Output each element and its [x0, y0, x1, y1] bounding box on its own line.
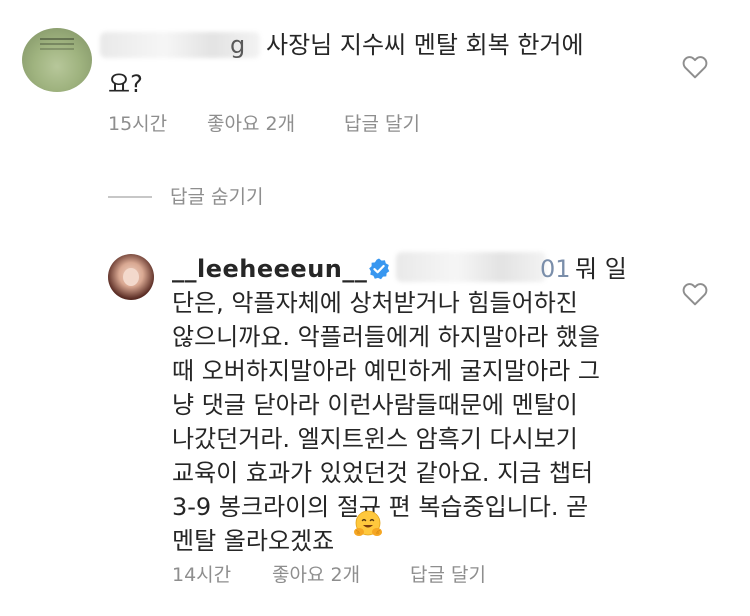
reply-like-heart-icon[interactable]: [682, 282, 708, 306]
reply-timestamp: 14시간: [172, 564, 232, 586]
reply-text-line7: 교육이 효과가 있었던것 같아요. 지금 챕터: [172, 459, 594, 487]
commenter-avatar[interactable]: [22, 28, 92, 92]
hide-replies-button[interactable]: 답글 숨기기: [170, 186, 263, 208]
reply-text-line4: 때 오버하지말아라 예민하게 굴지말아라 그: [172, 357, 600, 385]
reply-reply-button[interactable]: 답글 달기: [410, 564, 486, 586]
reply-text-line9: 멘탈 올라오겠죠: [172, 527, 335, 555]
replies-divider: [108, 196, 152, 198]
reply-username[interactable]: __leeheeeun__: [172, 254, 367, 284]
reply-button[interactable]: 답글 달기: [344, 113, 420, 135]
reply-likes-count-link[interactable]: 좋아요 2개: [272, 564, 360, 586]
comment-text-line1: 사장님 지수씨 멘탈 회복 한거에: [266, 31, 584, 59]
comment-text-line2: 요?: [108, 70, 143, 98]
hugging-face-emoji-icon: [354, 510, 382, 536]
reply-text-line2: 단은, 악플자체에 상처받거나 힘들어하진: [172, 289, 578, 317]
blurred-mention: [396, 252, 546, 282]
verified-badge-icon: [369, 258, 390, 280]
username-fragment: g: [230, 31, 246, 59]
comment-timestamp: 15시간: [108, 113, 168, 135]
likes-count-link[interactable]: 좋아요 2개: [207, 113, 295, 135]
reply-avatar[interactable]: [108, 254, 154, 300]
reply-text-line1: 뭐 일: [575, 255, 627, 283]
reply-text-line6: 나갔던거라. 엘지트윈스 암흑기 다시보기: [172, 425, 578, 453]
mention-fragment[interactable]: 01: [540, 254, 571, 284]
reply-text-line5: 냥 댓글 닫아라 이런사람들때문에 멘탈이: [172, 391, 578, 419]
like-heart-icon[interactable]: [682, 55, 708, 79]
reply-text-line3: 않으니까요. 악플러들에게 하지말아라 했을: [172, 323, 600, 351]
